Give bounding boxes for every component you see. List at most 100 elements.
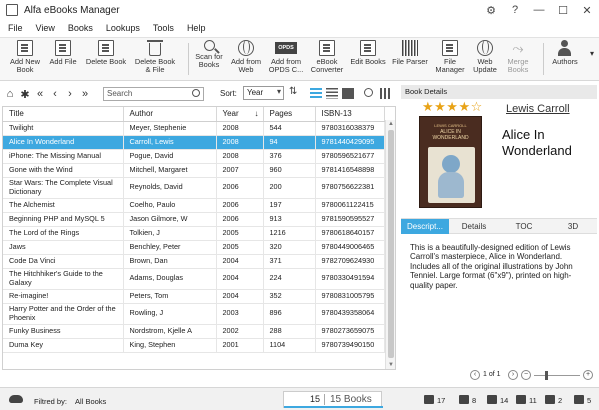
cell-title: The Alchemist (3, 198, 124, 213)
cell-title: The Hitchhiker's Guide to the Galaxy (3, 268, 124, 290)
add-from-web-button[interactable]: Add from Web (229, 40, 263, 74)
add-file-button[interactable]: Add File (47, 40, 79, 66)
authors-button[interactable]: Authors (548, 40, 582, 66)
settings-icon[interactable]: ⚙ (479, 4, 503, 17)
table-row[interactable]: Jaws Benchley, Peter 2005 320 9780449006465 (3, 240, 385, 255)
add-from-opds-button[interactable]: OPDS Add from OPDS C... (268, 40, 304, 74)
delete-book-file-button[interactable]: Delete Book & File (133, 40, 177, 74)
cell-isbn: 9781416548898 (315, 163, 385, 178)
add-new-book-button[interactable]: Add New Book (8, 40, 42, 74)
menu-help[interactable]: Help (187, 23, 206, 33)
opds-icon: OPDS (275, 42, 297, 54)
detail-view-icon[interactable] (326, 88, 338, 99)
table-row[interactable]: The Alchemist Coelho, Paulo 2006 197 9780061… (3, 198, 385, 213)
cloud-icon[interactable] (9, 395, 23, 403)
asterisk-icon[interactable]: ✱ (20, 88, 30, 101)
table-row[interactable]: Beginning PHP and MySQL 5 Jason Gilmore, … (3, 212, 385, 227)
zoom-icon[interactable] (364, 88, 373, 97)
scroll-up-icon[interactable]: ▲ (386, 121, 396, 127)
last-icon[interactable]: » (80, 88, 90, 100)
cell-year: 2006 (216, 212, 264, 227)
column-header-isbn[interactable]: ISBN-13 (315, 107, 385, 122)
column-header-year[interactable]: Year ↓ (216, 107, 264, 122)
table-row[interactable]: The Lord of the Rings Tolkien, J 2005 1216 9… (3, 226, 385, 241)
table-scrollbar[interactable]: ▲ ▼ (385, 120, 395, 369)
sort-select[interactable]: Year (243, 86, 284, 100)
book-cover[interactable]: LEWIS CARROLL ALICE IN WONDERLAND (419, 116, 482, 208)
table-row[interactable]: The Hitchhiker's Guide to the Galaxy Adam… (3, 268, 385, 290)
help-icon[interactable]: ? (503, 4, 527, 16)
merge-icon: ⤳ (512, 40, 524, 56)
ebook-converter-button[interactable]: eBook Converter (309, 40, 345, 74)
file-manager-button[interactable]: File Manager (433, 40, 467, 74)
menu-tools[interactable]: Tools (153, 23, 174, 33)
next-icon[interactable]: › (65, 88, 75, 100)
authors-count[interactable]: 17 (424, 395, 445, 405)
file-manager-icon (442, 40, 458, 56)
series-count[interactable]: 8 (459, 395, 476, 405)
cell-year: 2004 (216, 268, 264, 290)
table-row[interactable]: Twilight Meyer, Stephenie 2008 544 978031603… (3, 121, 385, 136)
cell-isbn: 9780449006465 (315, 240, 385, 255)
column-header-pages[interactable]: Pages (263, 107, 316, 122)
delete-book-button[interactable]: Delete Book (84, 40, 128, 66)
first-icon[interactable]: « (35, 88, 45, 100)
tab-3d[interactable]: 3D (551, 219, 595, 234)
table-row[interactable]: Alice In Wonderland Carroll, Lewis 2008 94 9… (3, 135, 385, 150)
scan-for-books-button[interactable]: Scan for Books (192, 40, 226, 69)
table-row[interactable]: Code Da Vinci Brown, Dan 2004 371 9782709624… (3, 254, 385, 269)
table-row[interactable]: Harry Potter and the Order of the Phoeni… (3, 303, 385, 325)
cell-author: Nordstrom, Kjelle A (123, 324, 217, 339)
web-update-button[interactable]: Web Update (470, 40, 500, 74)
menu-file[interactable]: File (8, 23, 23, 33)
search-icon[interactable] (192, 89, 200, 97)
sort-label: Sort: (220, 89, 237, 98)
table-row[interactable]: Funky Business Nordstrom, Kjelle A 2002 288… (3, 324, 385, 339)
columns-icon[interactable] (380, 88, 392, 99)
tag-icon (545, 395, 555, 404)
menu-lookups[interactable]: Lookups (106, 23, 140, 33)
list-view-icon[interactable] (310, 88, 322, 99)
table-row[interactable]: Re-imagine! Peters, Tom 2004 352 97808310057… (3, 289, 385, 304)
prev-icon[interactable]: ‹ (50, 88, 60, 100)
books-table: Title Author Year ↓ Pages ISBN-13 Twiligh… (2, 106, 396, 370)
table-header-row: Title Author Year ↓ Pages ISBN-13 (3, 107, 385, 122)
genres-count[interactable]: 11 (516, 395, 537, 405)
publisher-icon (487, 395, 497, 404)
cell-title: Alice In Wonderland (3, 135, 124, 150)
scroll-thumb[interactable] (388, 130, 394, 358)
files-count[interactable]: 5 (574, 395, 591, 405)
column-header-title[interactable]: Title (3, 107, 124, 122)
zoom-slider-knob[interactable] (545, 371, 548, 380)
author-link[interactable]: Lewis Carroll (506, 103, 570, 115)
table-row[interactable]: iPhone: The Missing Manual Pogue, David 20… (3, 149, 385, 164)
menu-view[interactable]: View (36, 23, 55, 33)
minimize-button[interactable]: — (527, 4, 551, 16)
tab-toc[interactable]: TOC (499, 219, 549, 234)
menu-books[interactable]: Books (68, 23, 93, 33)
tags-count[interactable]: 2 (545, 395, 562, 405)
scroll-down-icon[interactable]: ▼ (386, 362, 396, 368)
close-button[interactable]: ✕ (575, 4, 599, 17)
toolbar-overflow-icon[interactable]: ▾ (588, 50, 596, 58)
file-parser-button[interactable]: File Parser (392, 40, 428, 66)
home-icon[interactable]: ⌂ (5, 88, 15, 100)
rating-stars[interactable]: ★★★★☆ (422, 99, 483, 115)
edit-books-button[interactable]: Edit Books (349, 40, 387, 66)
table-row[interactable]: Duma Key King, Stephen 2001 1104 97807394901… (3, 338, 385, 353)
cell-year: 2004 (216, 289, 264, 304)
search-input[interactable]: Search (103, 87, 204, 101)
grid-view-icon[interactable] (341, 87, 355, 100)
publishers-count[interactable]: 14 (487, 395, 508, 405)
column-header-author[interactable]: Author (123, 107, 217, 122)
tab-description[interactable]: Descript... (401, 219, 449, 234)
maximize-button[interactable]: ☐ (551, 4, 575, 17)
tab-details[interactable]: Details (451, 219, 497, 234)
merge-books-button[interactable]: ⤳ Merge Books (503, 40, 533, 74)
sort-direction-icon[interactable]: ⇅ (289, 86, 297, 97)
zoom-slider[interactable] (401, 369, 597, 383)
table-row[interactable]: Star Wars: The Complete Visual Dictionar… (3, 177, 385, 199)
cell-pages: 544 (263, 121, 316, 136)
cell-isbn: 9780596521677 (315, 149, 385, 164)
table-row[interactable]: Gone with the Wind Mitchell, Margaret 2007… (3, 163, 385, 178)
